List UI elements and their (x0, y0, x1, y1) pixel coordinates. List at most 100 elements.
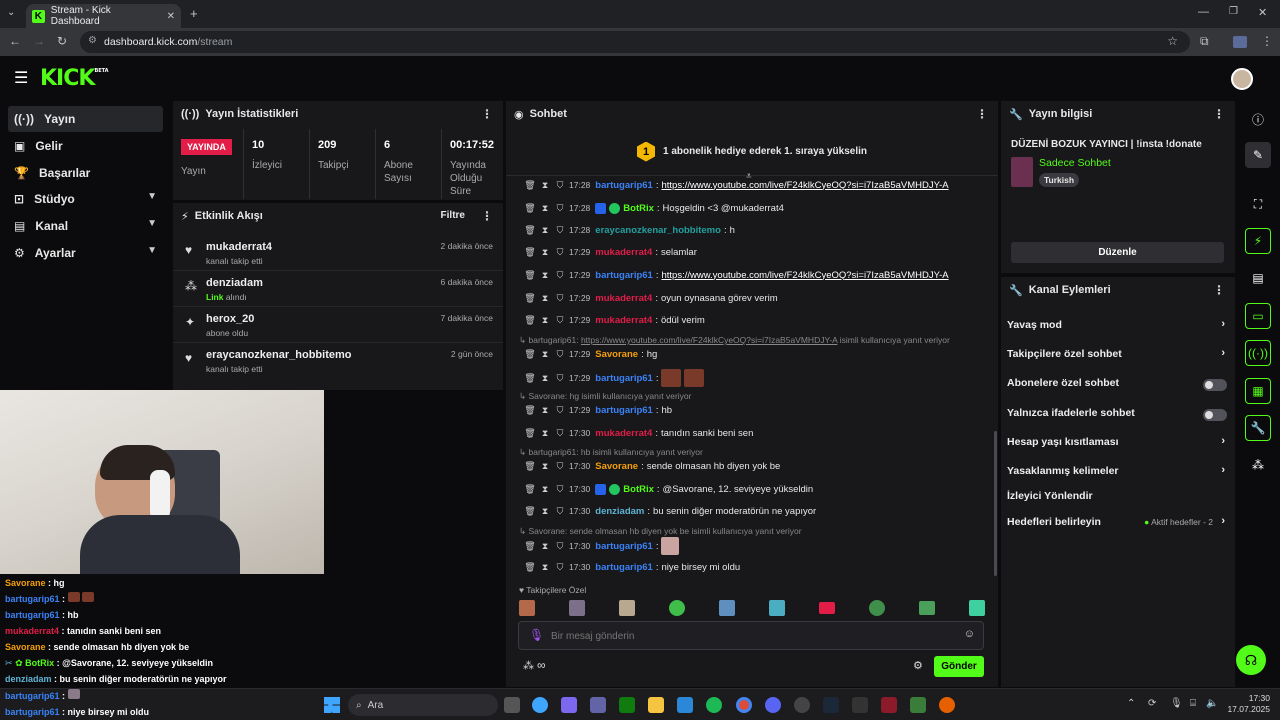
ban-icon[interactable]: ⛉ (554, 461, 566, 472)
message-user[interactable]: denziadam (595, 506, 644, 517)
steam-icon[interactable] (823, 697, 839, 713)
delete-icon[interactable]: 🗑 (524, 180, 536, 191)
message-link[interactable]: https://www.youtube.com/live/F24klkCyeOQ… (661, 180, 948, 191)
ban-icon[interactable]: ⛉ (554, 562, 566, 573)
timeout-icon[interactable]: ⧗ (539, 270, 551, 281)
delete-icon[interactable]: 🗑 (524, 315, 536, 326)
reply-link[interactable]: https://www.youtube.com/live/F24klkCyeOQ… (581, 335, 837, 345)
action-host-viewers[interactable]: İzleyici Yönlendir (1007, 490, 1227, 508)
action-banned-words[interactable]: Yasaklanmış kelimeler › (1007, 464, 1227, 483)
timeout-icon[interactable]: ⧗ (539, 373, 551, 384)
activity-user[interactable]: denziadam (206, 277, 263, 289)
timeout-icon[interactable]: ⧗ (539, 405, 551, 416)
network-icon[interactable]: ⌸ (1190, 698, 1196, 709)
timeout-icon[interactable]: ⧗ (539, 247, 551, 258)
browser-tab[interactable]: K Stream - Kick Dashboard ✕ (26, 4, 181, 28)
kebab-menu-icon[interactable]: ⋮ (481, 209, 493, 223)
spotify-icon[interactable] (706, 697, 722, 713)
sidebar-item-yayin[interactable]: ((·)) Yayın (8, 106, 163, 132)
ban-icon[interactable]: ⛉ (554, 180, 566, 191)
message-user[interactable]: Savorane (595, 349, 638, 360)
timeout-icon[interactable]: ⧗ (539, 349, 551, 360)
message-user[interactable]: bartugarip61 (595, 180, 653, 191)
delete-icon[interactable]: 🗑 (524, 562, 536, 573)
activity-user[interactable]: eraycanozkenar_hobbitemo (206, 349, 352, 361)
category-name[interactable]: Sadece Sohbet (1039, 157, 1111, 169)
support-headset-icon[interactable]: ☊ (1236, 645, 1266, 675)
delete-icon[interactable]: 🗑 (524, 247, 536, 258)
bookmark-star-icon[interactable]: ☆ (1167, 34, 1178, 48)
message-user[interactable]: mukaderrat4 (595, 293, 652, 304)
ban-icon[interactable]: ⛉ (554, 373, 566, 384)
sidebar-item-gelir[interactable]: ▣ Gelir (8, 133, 163, 159)
ban-icon[interactable]: ⛉ (554, 405, 566, 416)
app-icon[interactable] (532, 697, 548, 713)
chat-scrollbar[interactable] (994, 431, 997, 576)
url-bar[interactable]: ⚙ dashboard.kick.com/stream ☆ (80, 31, 1190, 53)
delete-icon[interactable]: 🗑 (524, 225, 536, 236)
ban-icon[interactable]: ⛉ (554, 247, 566, 258)
ban-icon[interactable]: ⛉ (554, 541, 566, 552)
message-user[interactable]: mukaderrat4 (595, 315, 652, 326)
document-icon[interactable]: ▤ (1245, 265, 1271, 291)
profile-icon[interactable] (1233, 36, 1247, 48)
ban-icon[interactable]: ⛉ (554, 315, 566, 326)
ban-icon[interactable]: ⛉ (554, 270, 566, 281)
activity-user[interactable]: mukaderrat4 (206, 241, 272, 253)
kebab-menu-icon[interactable]: ⋮ (1213, 283, 1225, 297)
delete-icon[interactable]: 🗑 (524, 203, 536, 214)
delete-icon[interactable]: 🗑 (524, 506, 536, 517)
app-icon[interactable] (794, 697, 810, 713)
delete-icon[interactable]: 🗑 (524, 293, 536, 304)
timeout-icon[interactable]: ⧗ (539, 506, 551, 517)
ban-icon[interactable]: ⛉ (554, 484, 566, 495)
sidebar-item-basarilar[interactable]: 🏆 Başarılar (8, 160, 163, 186)
kebab-menu-icon[interactable]: ⋮ (976, 107, 988, 121)
timeout-icon[interactable]: ⧗ (539, 428, 551, 439)
timeout-icon[interactable]: ⧗ (539, 203, 551, 214)
ban-icon[interactable]: ⛉ (554, 506, 566, 517)
copilot-icon[interactable] (561, 697, 577, 713)
emote-icon[interactable] (519, 600, 535, 616)
message-user[interactable]: eraycanozkenar_hobbitemo (595, 225, 721, 236)
clock[interactable]: 17:30 17.07.2025 (1224, 693, 1270, 715)
send-button[interactable]: Gönder (934, 656, 984, 677)
firefox-icon[interactable] (939, 697, 955, 713)
chat-settings-gear-icon[interactable]: ⚙ (913, 659, 923, 672)
sidebar-item-kanal[interactable]: ▤ Kanal ▼ (8, 213, 163, 239)
close-window-icon[interactable]: ✕ (1258, 6, 1267, 19)
kick-logo[interactable]: KICKBETA (40, 66, 109, 91)
file-explorer-icon[interactable] (648, 697, 664, 713)
timeout-icon[interactable]: ⧗ (539, 315, 551, 326)
chat-input-box[interactable]: 🎙 ☺ (518, 621, 984, 650)
chat-bubble-icon[interactable]: ▭ (1245, 303, 1271, 329)
task-view-icon[interactable] (504, 697, 520, 713)
broadcast-icon[interactable]: ((·)) (1245, 340, 1271, 366)
timeout-icon[interactable]: ⧗ (539, 461, 551, 472)
ban-icon[interactable]: ⛉ (554, 293, 566, 304)
timeout-icon[interactable]: ⧗ (539, 180, 551, 191)
lightning-icon[interactable]: ⚡ (1245, 228, 1271, 254)
emote-icon[interactable] (919, 601, 935, 615)
timeout-icon[interactable]: ⧗ (539, 562, 551, 573)
edit-pencil-icon[interactable]: ✎ (1245, 142, 1271, 168)
emoji-icon[interactable]: ☺ (964, 628, 975, 640)
browser-menu-icon[interactable]: ⋮ (1261, 34, 1273, 48)
fullscreen-icon[interactable]: ⛶ (1245, 191, 1271, 217)
ban-icon[interactable]: ⛉ (554, 349, 566, 360)
sidebar-item-studyo[interactable]: ⊡ Stüdyo ▼ (8, 186, 163, 212)
xbox-icon[interactable] (619, 697, 635, 713)
action-account-age[interactable]: Hesap yaşı kısıtlaması › (1007, 435, 1227, 454)
volume-icon[interactable]: 🔈 (1206, 698, 1218, 709)
emote-icon[interactable] (819, 602, 835, 614)
wrench-icon[interactable]: 🔧 (1245, 415, 1271, 441)
message-user[interactable]: bartugarip61 (595, 373, 653, 384)
action-followers-only[interactable]: Takipçilere özel sohbet › (1007, 347, 1227, 366)
close-tab-icon[interactable]: ✕ (167, 11, 175, 22)
sync-icon[interactable]: ⟳ (1148, 698, 1156, 709)
site-info-icon[interactable]: ⚙ (88, 35, 97, 46)
minimize-icon[interactable]: — (1198, 6, 1209, 18)
infinity-icon[interactable]: ∞ (537, 658, 546, 672)
restore-icon[interactable]: ❐ (1229, 6, 1238, 17)
store-icon[interactable] (677, 697, 693, 713)
